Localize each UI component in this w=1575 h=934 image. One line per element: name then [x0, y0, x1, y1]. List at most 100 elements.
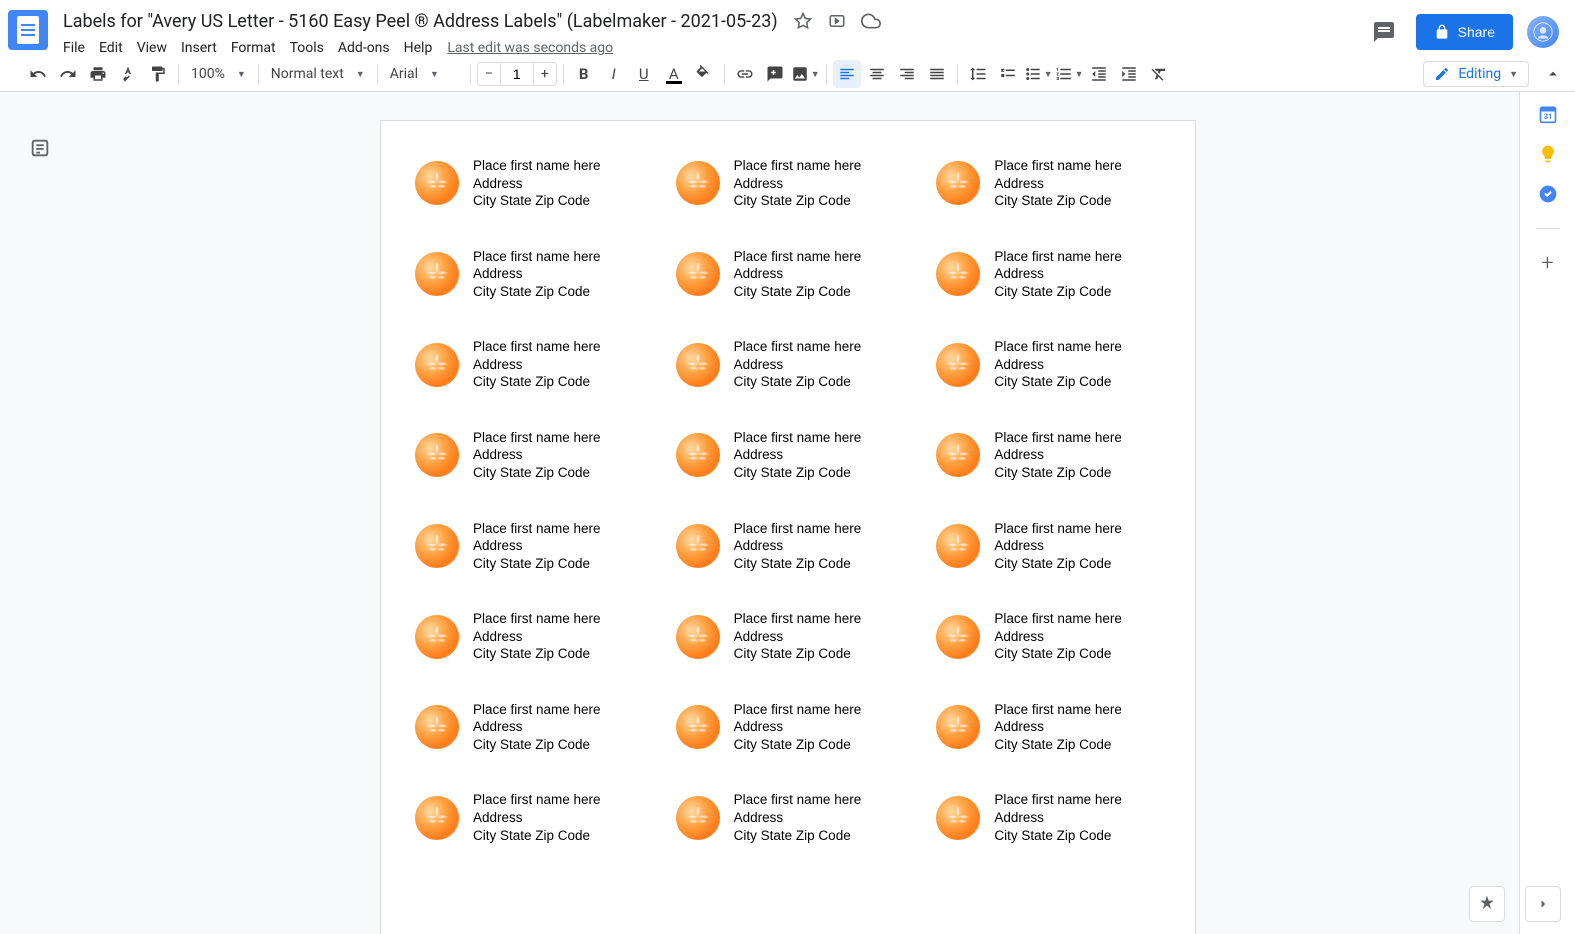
label-cell[interactable]: Place first name here Address City State…: [662, 610, 915, 663]
add-comment-button[interactable]: [761, 60, 789, 88]
menu-insert[interactable]: Insert: [174, 38, 224, 58]
insert-link-button[interactable]: [731, 60, 759, 88]
label-cell[interactable]: Place first name here Address City State…: [662, 157, 915, 210]
hide-side-panel-button[interactable]: [1525, 886, 1561, 922]
undo-button[interactable]: [24, 60, 52, 88]
label-cell[interactable]: Place first name here Address City State…: [401, 338, 654, 391]
label-text[interactable]: Place first name here Address City State…: [734, 157, 862, 210]
label-text[interactable]: Place first name here Address City State…: [994, 610, 1122, 663]
star-icon[interactable]: [793, 11, 813, 31]
label-text[interactable]: Place first name here Address City State…: [994, 157, 1122, 210]
underline-button[interactable]: U: [630, 60, 658, 88]
label-cell[interactable]: Place first name here Address City State…: [401, 157, 654, 210]
bold-button[interactable]: B: [570, 60, 598, 88]
cloud-status-icon[interactable]: [861, 11, 881, 31]
editing-mode-button[interactable]: Editing ▼: [1423, 61, 1529, 87]
calendar-addon-icon[interactable]: 31: [1538, 104, 1558, 124]
comment-history-button[interactable]: [1366, 14, 1402, 50]
horizontal-ruler[interactable]: [57, 92, 1519, 106]
label-text[interactable]: Place first name here Address City State…: [994, 520, 1122, 573]
label-text[interactable]: Place first name here Address City State…: [994, 338, 1122, 391]
get-addons-button[interactable]: +: [1538, 253, 1558, 273]
label-cell[interactable]: Place first name here Address City State…: [922, 248, 1175, 301]
label-text[interactable]: Place first name here Address City State…: [473, 701, 601, 754]
line-spacing-button[interactable]: [964, 60, 992, 88]
label-text[interactable]: Place first name here Address City State…: [473, 791, 601, 844]
font-size-increase-button[interactable]: +: [533, 62, 557, 86]
document-scroll-area[interactable]: Place first name here Address City State…: [57, 92, 1519, 934]
label-text[interactable]: Place first name here Address City State…: [473, 429, 601, 482]
label-cell[interactable]: Place first name here Address City State…: [401, 701, 654, 754]
label-text[interactable]: Place first name here Address City State…: [473, 610, 601, 663]
spellcheck-button[interactable]: [114, 60, 142, 88]
label-cell[interactable]: Place first name here Address City State…: [401, 248, 654, 301]
document-outline-button[interactable]: [26, 134, 54, 162]
bulleted-list-button[interactable]: ▼: [1024, 60, 1053, 88]
menu-tools[interactable]: Tools: [283, 38, 331, 58]
align-center-button[interactable]: [863, 60, 891, 88]
label-text[interactable]: Place first name here Address City State…: [734, 610, 862, 663]
document-page[interactable]: Place first name here Address City State…: [380, 120, 1196, 934]
label-cell[interactable]: Place first name here Address City State…: [922, 791, 1175, 844]
label-text[interactable]: Place first name here Address City State…: [473, 248, 601, 301]
text-color-button[interactable]: A: [660, 60, 688, 88]
account-avatar[interactable]: [1527, 16, 1559, 48]
label-cell[interactable]: Place first name here Address City State…: [662, 520, 915, 573]
label-text[interactable]: Place first name here Address City State…: [994, 429, 1122, 482]
label-text[interactable]: Place first name here Address City State…: [994, 791, 1122, 844]
share-button[interactable]: Share: [1416, 14, 1513, 50]
menu-addons[interactable]: Add-ons: [331, 38, 397, 58]
tasks-addon-icon[interactable]: [1538, 184, 1558, 204]
label-cell[interactable]: Place first name here Address City State…: [401, 429, 654, 482]
docs-logo[interactable]: [8, 10, 48, 50]
label-text[interactable]: Place first name here Address City State…: [734, 520, 862, 573]
font-family-dropdown[interactable]: Arial ▼: [384, 60, 464, 88]
label-cell[interactable]: Place first name here Address City State…: [922, 429, 1175, 482]
label-cell[interactable]: Place first name here Address City State…: [401, 791, 654, 844]
decrease-indent-button[interactable]: [1085, 60, 1113, 88]
label-cell[interactable]: Place first name here Address City State…: [922, 338, 1175, 391]
clear-formatting-button[interactable]: [1145, 60, 1173, 88]
menu-format[interactable]: Format: [224, 38, 283, 58]
collapse-toolbar-button[interactable]: [1539, 60, 1567, 88]
print-button[interactable]: [84, 60, 112, 88]
label-text[interactable]: Place first name here Address City State…: [994, 701, 1122, 754]
label-text[interactable]: Place first name here Address City State…: [734, 791, 862, 844]
align-justify-button[interactable]: [923, 60, 951, 88]
label-cell[interactable]: Place first name here Address City State…: [662, 701, 915, 754]
italic-button[interactable]: I: [600, 60, 628, 88]
menu-help[interactable]: Help: [397, 38, 440, 58]
numbered-list-button[interactable]: ▼: [1055, 60, 1084, 88]
menu-file[interactable]: File: [56, 38, 92, 58]
menu-edit[interactable]: Edit: [92, 38, 130, 58]
label-text[interactable]: Place first name here Address City State…: [734, 429, 862, 482]
label-text[interactable]: Place first name here Address City State…: [734, 701, 862, 754]
label-text[interactable]: Place first name here Address City State…: [734, 338, 862, 391]
label-cell[interactable]: Place first name here Address City State…: [662, 248, 915, 301]
keep-addon-icon[interactable]: [1538, 144, 1558, 164]
highlight-color-button[interactable]: [690, 60, 718, 88]
label-cell[interactable]: Place first name here Address City State…: [662, 338, 915, 391]
insert-image-button[interactable]: ▼: [791, 60, 820, 88]
align-right-button[interactable]: [893, 60, 921, 88]
label-text[interactable]: Place first name here Address City State…: [734, 248, 862, 301]
move-icon[interactable]: [827, 11, 847, 31]
increase-indent-button[interactable]: [1115, 60, 1143, 88]
label-cell[interactable]: Place first name here Address City State…: [662, 791, 915, 844]
explore-button[interactable]: [1469, 886, 1505, 922]
checklist-button[interactable]: [994, 60, 1022, 88]
label-text[interactable]: Place first name here Address City State…: [994, 248, 1122, 301]
document-title[interactable]: Labels for "Avery US Letter - 5160 Easy …: [56, 8, 785, 35]
label-cell[interactable]: Place first name here Address City State…: [401, 610, 654, 663]
label-cell[interactable]: Place first name here Address City State…: [662, 429, 915, 482]
label-cell[interactable]: Place first name here Address City State…: [401, 520, 654, 573]
font-size-decrease-button[interactable]: −: [477, 62, 501, 86]
zoom-dropdown[interactable]: 100% ▼: [185, 60, 252, 88]
label-text[interactable]: Place first name here Address City State…: [473, 520, 601, 573]
paragraph-style-dropdown[interactable]: Normal text ▼: [265, 60, 371, 88]
paint-format-button[interactable]: [144, 60, 172, 88]
label-cell[interactable]: Place first name here Address City State…: [922, 701, 1175, 754]
menu-view[interactable]: View: [130, 38, 174, 58]
align-left-button[interactable]: [833, 60, 861, 88]
label-text[interactable]: Place first name here Address City State…: [473, 338, 601, 391]
